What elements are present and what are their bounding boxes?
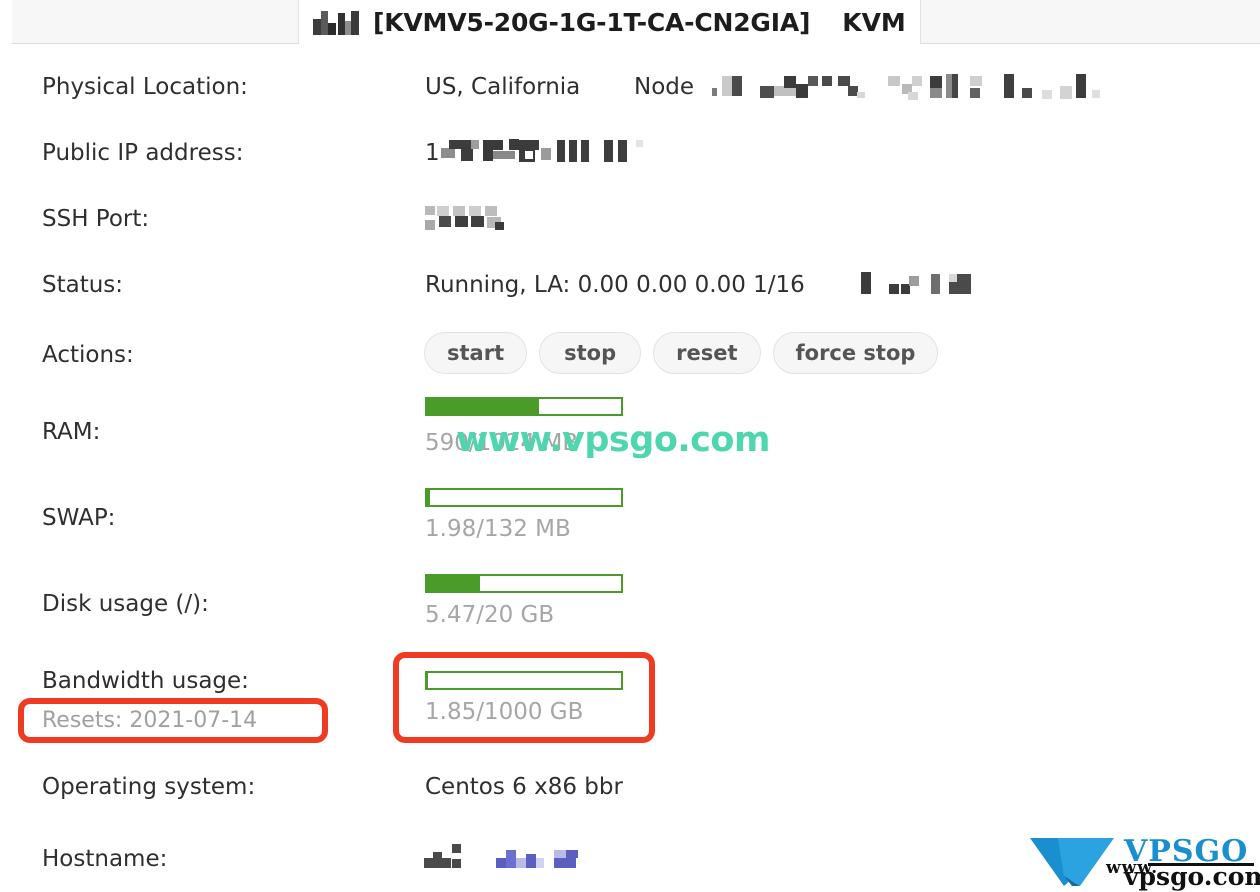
- value-physical-location: US, California: [425, 74, 581, 100]
- stop-button[interactable]: stop: [539, 332, 642, 374]
- label-actions: Actions:: [42, 342, 134, 368]
- force-stop-button[interactable]: force stop: [772, 332, 939, 374]
- label-operating-system: Operating system:: [42, 774, 256, 800]
- value-status: Running, LA: 0.00 0.00 0.00 1/16: [425, 272, 805, 298]
- value-public-ip: 1: [425, 140, 440, 166]
- disk-meter-text: 5.47/20 GB: [425, 602, 555, 628]
- redacted-status-tail: [861, 270, 973, 300]
- label-ssh-port: SSH Port:: [42, 206, 150, 232]
- label-swap: SWAP:: [42, 505, 116, 531]
- ram-meter-fill: [427, 399, 539, 414]
- label-disk-usage: Disk usage (/):: [42, 591, 209, 617]
- bandwidth-meter-text: 1.85/1000 GB: [425, 699, 584, 725]
- label-status: Status:: [42, 272, 124, 298]
- swap-meter: [425, 488, 623, 507]
- swap-meter-text: 1.98/132 MB: [425, 516, 571, 542]
- label-node: Node: [634, 74, 695, 100]
- reset-button[interactable]: reset: [653, 332, 761, 374]
- vpsgo-v-mark-icon: [1030, 838, 1114, 886]
- redacted-hostname: [424, 840, 584, 872]
- start-button[interactable]: start: [424, 332, 528, 374]
- tab-title-text: [KVMV5-20G-1G-1T-CA-CN2GIA]: [373, 7, 811, 37]
- label-hostname: Hostname:: [42, 846, 168, 872]
- swap-meter-fill: [427, 490, 430, 505]
- disk-meter-fill: [427, 576, 481, 591]
- logo-domain-text: vpsgo.com: [1124, 862, 1260, 891]
- redacted-node-name: [712, 70, 1104, 104]
- disk-meter: [425, 574, 623, 593]
- redacted-favicon-icon: [313, 9, 359, 35]
- bandwidth-meter: [425, 671, 623, 690]
- ram-meter: [425, 397, 623, 416]
- ram-meter-text: 590/1024 MB: [425, 430, 579, 456]
- label-bandwidth-usage: Bandwidth usage:: [42, 668, 249, 694]
- redacted-ssh-port: [425, 204, 509, 234]
- label-ram: RAM:: [42, 419, 101, 445]
- action-button-group: start stop reset force stop: [424, 332, 939, 374]
- annotation-box-bandwidth: [393, 652, 655, 743]
- label-public-ip: Public IP address:: [42, 140, 244, 166]
- bandwidth-reset-date: Resets: 2021-07-14: [42, 708, 258, 733]
- redacted-public-ip: [441, 136, 643, 168]
- value-operating-system: Centos 6 x86 bbr: [425, 774, 623, 800]
- tab-virt-type: KVM: [842, 7, 906, 37]
- tab-active-vps[interactable]: [KVMV5-20G-1G-1T-CA-CN2GIA] KVM: [298, 0, 921, 44]
- vpsgo-logo: VPSGO www. vpsgo.com: [1028, 832, 1260, 891]
- label-physical-location: Physical Location:: [42, 74, 248, 100]
